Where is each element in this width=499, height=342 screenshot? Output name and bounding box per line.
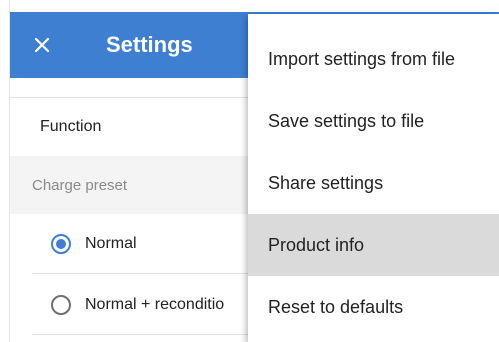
menu-item-label: Import settings from file: [268, 48, 456, 69]
menu-item-share-settings[interactable]: Share settings: [248, 152, 499, 214]
page-title: Settings: [106, 32, 193, 57]
app-window: Settings Function Charge preset Normal N…: [0, 0, 499, 342]
radio-unchecked-icon[interactable]: [51, 295, 71, 315]
menu-item-save-settings[interactable]: Save settings to file: [248, 90, 499, 152]
radio-checked-icon[interactable]: [51, 234, 71, 254]
charge-preset-label: Charge preset: [32, 176, 128, 194]
close-icon: [34, 37, 50, 53]
menu-item-label: Reset to defaults: [268, 296, 404, 317]
radio-label: Normal + reconditio: [85, 296, 225, 313]
overflow-menu: Import settings from file Save settings …: [248, 14, 499, 342]
menu-item-label: Save settings to file: [268, 110, 425, 131]
menu-item-reset-defaults[interactable]: Reset to defaults: [248, 276, 499, 338]
menu-item-import-settings[interactable]: Import settings from file: [248, 28, 499, 90]
close-button[interactable]: [30, 33, 54, 57]
menu-item-product-info[interactable]: Product info: [248, 214, 499, 276]
menu-item-label: Share settings: [268, 172, 384, 193]
menu-item-label: Product info: [268, 234, 365, 255]
radio-label: Normal: [85, 235, 137, 252]
function-label: Function: [40, 118, 102, 135]
